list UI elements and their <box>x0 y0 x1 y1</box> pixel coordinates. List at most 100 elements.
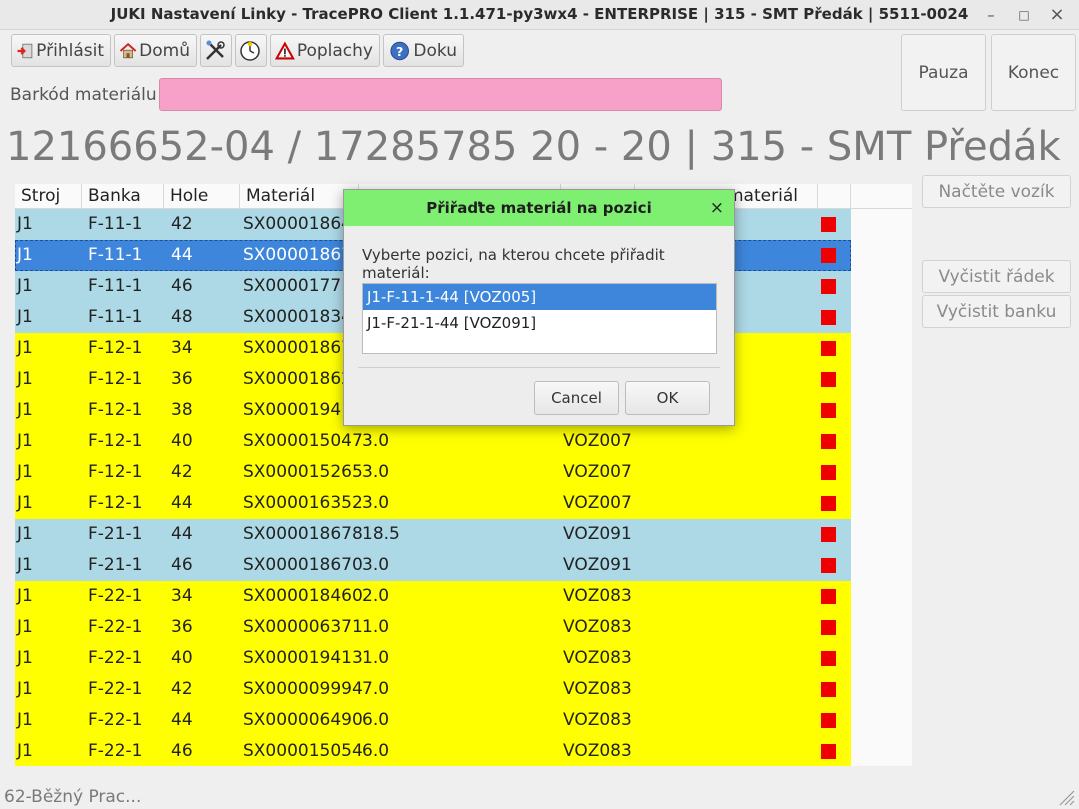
cell-cart: VOZ083 <box>563 648 632 668</box>
load-cart-button[interactable]: Načtěte vozík <box>922 175 1071 208</box>
table-row[interactable]: J1 F-22-1 44 SX000006490 6.0 VOZ083 <box>15 705 851 736</box>
table-row[interactable]: J1 F-21-1 46 SX000018670 3.0 VOZ091 <box>15 550 851 581</box>
login-button[interactable]: Přihlásit <box>11 34 111 67</box>
cell-cart: VOZ007 <box>563 462 632 482</box>
cell-material: SX000018670 <box>243 555 363 575</box>
cell-material: SX00001941 <box>243 400 352 420</box>
table-row[interactable]: J1 F-22-1 36 SX000006371 1.0 VOZ083 <box>15 612 851 643</box>
cell-cart: VOZ083 <box>563 710 632 730</box>
cell-material: SX000015265 <box>243 462 363 482</box>
cell-material: SX00001834 <box>243 307 352 327</box>
clear-row-button[interactable]: Vyčistit řádek <box>922 260 1071 293</box>
cell-quantity: 7.0 <box>362 679 390 699</box>
column-header-hole[interactable]: Hole <box>164 184 240 209</box>
cell-banka: F-11-1 <box>88 245 143 265</box>
home-button[interactable]: Domů <box>114 34 197 67</box>
cell-hole: 46 <box>171 276 193 296</box>
pause-button[interactable]: Pauza <box>901 34 986 111</box>
barcode-input[interactable] <box>159 78 722 111</box>
status-indicator <box>821 620 836 635</box>
position-option[interactable]: J1-F-21-1-44 [VOZ091] <box>363 310 716 336</box>
cell-quantity: 6.0 <box>362 741 390 761</box>
cell-cart: VOZ091 <box>563 555 632 575</box>
status-indicator <box>821 372 836 387</box>
settings-button[interactable] <box>200 34 232 67</box>
table-row[interactable]: J1 F-12-1 40 SX000015047 3.0 VOZ007 <box>15 426 851 457</box>
dialog-close-button[interactable]: × <box>710 190 724 226</box>
table-row[interactable]: J1 F-12-1 44 SX000016352 3.0 VOZ007 <box>15 488 851 519</box>
cell-hole: 42 <box>171 214 193 234</box>
docs-label: Doku <box>413 40 457 61</box>
cell-banka: F-11-1 <box>88 307 143 327</box>
cell-material: SX000006490 <box>243 710 363 730</box>
cell-stroj: J1 <box>17 431 33 451</box>
cell-hole: 42 <box>171 462 193 482</box>
cell-stroj: J1 <box>17 710 33 730</box>
minimize-button[interactable]: – <box>980 4 1002 26</box>
resize-grip-icon[interactable] <box>1057 788 1075 806</box>
table-row[interactable]: J1 F-22-1 40 SX000019413 1.0 VOZ083 <box>15 643 851 674</box>
table-row[interactable]: J1 F-12-1 42 SX000015265 3.0 VOZ007 <box>15 457 851 488</box>
alarms-button[interactable]: Poplachy <box>270 34 380 67</box>
cell-quantity: 3.0 <box>362 462 390 482</box>
status-indicator <box>821 589 836 604</box>
docs-button[interactable]: ? Doku <box>383 34 464 67</box>
status-indicator <box>821 651 836 666</box>
position-listbox[interactable]: J1-F-11-1-44 [VOZ005] J1-F-21-1-44 [VOZ0… <box>362 283 717 354</box>
cell-hole: 44 <box>171 710 193 730</box>
assign-position-dialog: Přiřaďte materiál na pozici × Vyberte po… <box>343 189 735 426</box>
cell-banka: F-11-1 <box>88 214 143 234</box>
cell-hole: 42 <box>171 679 193 699</box>
help-icon: ? <box>390 41 409 60</box>
cell-material: SX000018678 <box>243 524 363 544</box>
cell-quantity: 3.0 <box>362 431 390 451</box>
close-button[interactable]: × <box>1046 4 1068 26</box>
clear-bank-button[interactable]: Vyčistit banku <box>922 295 1071 328</box>
cell-stroj: J1 <box>17 369 33 389</box>
ok-button[interactable]: OK <box>625 381 710 415</box>
login-label: Přihlásit <box>36 40 104 61</box>
cell-material: SX000009994 <box>243 679 363 699</box>
column-header-stroj[interactable]: Stroj <box>15 184 82 209</box>
cell-banka: F-12-1 <box>88 431 143 451</box>
cell-hole: 48 <box>171 307 193 327</box>
column-header-material[interactable]: Materiál <box>240 184 359 209</box>
cell-hole: 46 <box>171 741 193 761</box>
table-row[interactable]: J1 F-21-1 44 SX000018678 18.5 VOZ091 <box>15 519 851 550</box>
cell-stroj: J1 <box>17 524 33 544</box>
cell-stroj: J1 <box>17 679 33 699</box>
table-row[interactable]: J1 F-22-1 34 SX000018460 2.0 VOZ083 <box>15 581 851 612</box>
table-row[interactable]: J1 F-22-1 42 SX000009994 7.0 VOZ083 <box>15 674 851 705</box>
window-title: JUKI Nastavení Linky - TracePRO Client 1… <box>110 5 969 23</box>
cell-stroj: J1 <box>17 214 33 234</box>
table-row[interactable]: J1 F-22-1 46 SX000015054 6.0 VOZ083 <box>15 736 851 766</box>
cell-material: SX000016352 <box>243 493 363 513</box>
column-header-banka[interactable]: Banka <box>82 184 164 209</box>
cell-cart: VOZ083 <box>563 679 632 699</box>
clock-button[interactable] <box>235 34 267 67</box>
cell-stroj: J1 <box>17 741 33 761</box>
cell-stroj: J1 <box>17 648 33 668</box>
home-icon <box>119 42 137 58</box>
svg-text:?: ? <box>396 43 403 58</box>
cell-cart: VOZ007 <box>563 493 632 513</box>
cell-cart: VOZ083 <box>563 586 632 606</box>
end-button[interactable]: Konec <box>991 34 1076 111</box>
cell-banka: F-12-1 <box>88 400 143 420</box>
cell-banka: F-11-1 <box>88 276 143 296</box>
cell-hole: 44 <box>171 493 193 513</box>
cell-banka: F-22-1 <box>88 586 143 606</box>
maximize-button[interactable]: □ <box>1013 4 1035 26</box>
position-option[interactable]: J1-F-11-1-44 [VOZ005] <box>363 284 716 310</box>
cell-material: SX00001862 <box>243 369 352 389</box>
title-bar: JUKI Nastavení Linky - TracePRO Client 1… <box>0 0 1079 30</box>
column-header-status[interactable] <box>818 184 851 209</box>
cell-quantity: 3.0 <box>362 493 390 513</box>
cancel-button[interactable]: Cancel <box>534 381 619 415</box>
cell-banka: F-21-1 <box>88 524 143 544</box>
cell-stroj: J1 <box>17 617 33 637</box>
status-indicator <box>821 434 836 449</box>
cell-cart: VOZ083 <box>563 741 632 761</box>
dialog-divider <box>358 367 720 368</box>
cell-material: SX000018460 <box>243 586 363 606</box>
